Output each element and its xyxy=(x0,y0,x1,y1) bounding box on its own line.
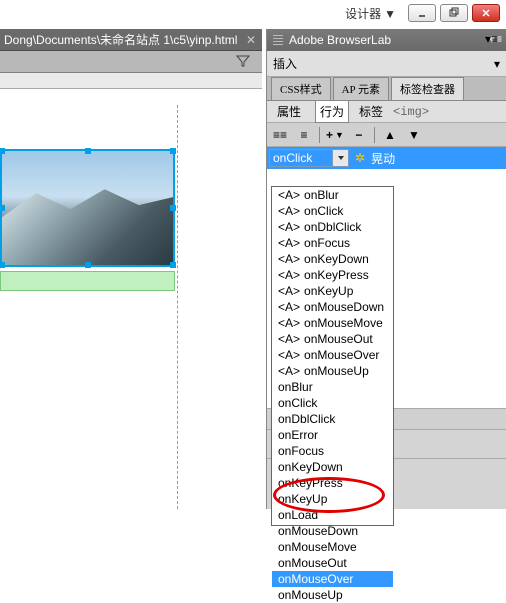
minimize-button[interactable] xyxy=(408,4,436,22)
event-option[interactable]: <A>onMouseOver xyxy=(272,347,393,363)
event-option[interactable]: <A>onDblClick xyxy=(272,219,393,235)
close-button[interactable] xyxy=(472,4,500,22)
resize-handle-br[interactable] xyxy=(170,262,176,268)
insert-label: 插入 xyxy=(273,55,297,72)
event-option[interactable]: onMouseDown xyxy=(272,523,393,539)
event-option[interactable]: onKeyPress xyxy=(272,475,393,491)
show-all-icon[interactable]: ≡≡ xyxy=(271,126,289,144)
show-set-icon[interactable]: ≡ xyxy=(295,126,313,144)
event-option[interactable]: <A>onMouseOut xyxy=(272,331,393,347)
event-option[interactable]: onError xyxy=(272,427,393,443)
event-select[interactable]: onClick xyxy=(269,149,349,167)
tab-ap-elements[interactable]: AP 元素 xyxy=(333,77,389,100)
event-option[interactable]: onMouseUp xyxy=(272,587,393,603)
table-element[interactable] xyxy=(0,271,175,291)
resize-handle-tm[interactable] xyxy=(85,148,91,154)
event-option[interactable]: <A>onClick xyxy=(272,203,393,219)
resize-handle-tr[interactable] xyxy=(170,148,176,154)
page-boundary-guide xyxy=(177,105,178,509)
event-option[interactable]: onKeyUp xyxy=(272,491,393,507)
event-option[interactable]: <A>onKeyDown xyxy=(272,251,393,267)
behavior-action: 晃动 xyxy=(371,150,504,167)
move-up-icon[interactable]: ▲ xyxy=(381,126,399,144)
event-option[interactable]: <A>onFocus xyxy=(272,235,393,251)
tab-tag-inspector[interactable]: 标签检查器 xyxy=(391,77,464,100)
tag-inspector-subtabs: 属性 行为 标签 <img> xyxy=(267,101,506,123)
subtab-attributes[interactable]: 属性 xyxy=(273,101,305,122)
document-path: Dong\Documents\未命名站点 1\c5\yinp.html xyxy=(4,31,237,48)
tag-label: 标签 xyxy=(359,103,383,120)
event-option[interactable]: onLoad xyxy=(272,507,393,523)
event-option[interactable]: onBlur xyxy=(272,379,393,395)
maximize-button[interactable] xyxy=(440,4,468,22)
remove-behavior-button[interactable]: − xyxy=(350,126,368,144)
resize-handle-tl[interactable] xyxy=(0,148,5,154)
event-option[interactable]: <A>onMouseUp xyxy=(272,363,393,379)
event-dropdown-list[interactable]: <A>onBlur<A>onClick<A>onDblClick<A>onFoc… xyxy=(271,186,394,526)
resize-handle-bm[interactable] xyxy=(85,262,91,268)
dropdown-arrow-icon[interactable] xyxy=(332,150,348,166)
close-tab-icon[interactable]: ✕ xyxy=(246,33,256,47)
browserlab-panel-header[interactable]: Adobe BrowserLab ▾≡ xyxy=(267,29,506,51)
event-option[interactable]: onClick xyxy=(272,395,393,411)
separator xyxy=(374,127,375,143)
insert-panel-header[interactable]: 插入 ▾ xyxy=(267,51,506,77)
filter-icon[interactable] xyxy=(236,54,250,71)
panel-menu-icon[interactable]: ▾≡ xyxy=(485,32,498,46)
event-option[interactable]: onMouseOver xyxy=(272,571,393,587)
behaviors-toolbar: ≡≡ ≡ +▼ − ▲ ▼ xyxy=(267,123,506,147)
filter-bar xyxy=(0,51,262,73)
insert-dropdown-icon[interactable]: ▾ xyxy=(494,57,500,71)
event-option[interactable]: <A>onMouseDown xyxy=(272,299,393,315)
event-option[interactable]: onMouseOut xyxy=(272,555,393,571)
resize-handle-bl[interactable] xyxy=(0,262,5,268)
tab-css[interactable]: CSS样式 xyxy=(271,77,331,100)
event-option[interactable]: <A>onKeyPress xyxy=(272,267,393,283)
behavior-row-selected[interactable]: onClick ✲ 晃动 xyxy=(267,147,506,169)
subtab-behaviors[interactable]: 行为 xyxy=(315,100,349,123)
design-canvas xyxy=(0,73,262,509)
event-select-value: onClick xyxy=(273,151,312,165)
event-option[interactable]: <A>onKeyUp xyxy=(272,283,393,299)
event-option[interactable]: <A>onMouseMove xyxy=(272,315,393,331)
event-option[interactable]: <A>onBlur xyxy=(272,187,393,203)
gear-icon[interactable]: ✲ xyxy=(355,151,365,165)
move-down-icon[interactable]: ▼ xyxy=(405,126,423,144)
separator xyxy=(319,127,320,143)
designer-dropdown[interactable]: 设计器 ▼ xyxy=(337,3,404,24)
panel-tabs: CSS样式 AP 元素 标签检查器 ▾≡ xyxy=(267,77,506,101)
event-option[interactable]: onDblClick xyxy=(272,411,393,427)
event-option[interactable]: onFocus xyxy=(272,443,393,459)
add-behavior-button[interactable]: +▼ xyxy=(326,128,344,142)
image-content xyxy=(2,185,173,265)
horizontal-ruler xyxy=(0,73,262,89)
document-path-bar: Dong\Documents\未命名站点 1\c5\yinp.html ✕ xyxy=(0,29,262,51)
resize-handle-mr[interactable] xyxy=(170,205,176,211)
tag-value: <img> xyxy=(393,105,429,119)
event-option[interactable]: onKeyDown xyxy=(272,459,393,475)
resize-handle-ml[interactable] xyxy=(0,205,5,211)
selected-image[interactable] xyxy=(0,149,175,267)
browserlab-title: Adobe BrowserLab xyxy=(289,33,391,47)
event-option[interactable]: onMouseMove xyxy=(272,539,393,555)
document-area[interactable] xyxy=(0,89,262,509)
